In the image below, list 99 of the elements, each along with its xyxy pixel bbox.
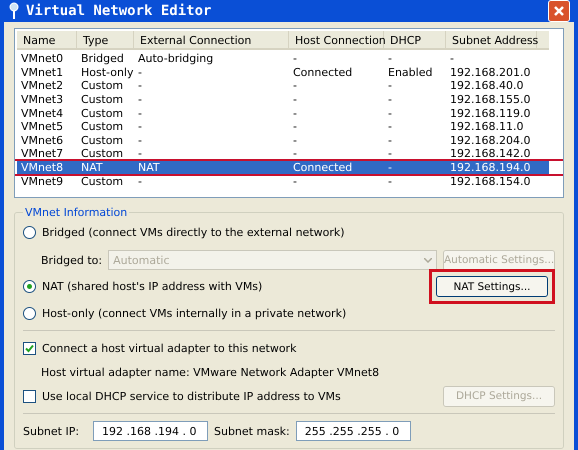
- table-cell-text: -: [292, 147, 298, 160]
- table-cell-text: -: [137, 147, 143, 160]
- table-cell-text: -: [387, 106, 393, 120]
- table-cell-text: -: [387, 134, 393, 147]
- table-cell-text: 192.168.204.0: [449, 134, 532, 147]
- column-header[interactable]: Subnet Address: [446, 31, 537, 50]
- table-row[interactable]: VMnet1 Host-only - Connected Enabled 192.168.201.0: [17, 66, 549, 80]
- column-header[interactable]: Name: [17, 31, 77, 50]
- column-header[interactable]: DHCP: [384, 31, 446, 50]
- table-cell-text: Connected: [292, 161, 354, 174]
- window-title: Virtual Network Editor: [26, 3, 212, 19]
- field-label: Subnet IP:: [23, 424, 80, 438]
- table-row[interactable]: VMnet6 Custom - - - 192.168.204.0: [17, 134, 549, 148]
- table-cell-text: 192.168.11.0: [449, 120, 524, 134]
- radio-button[interactable]: [23, 280, 36, 293]
- table-cell-text: -: [387, 52, 393, 66]
- table-cell-text: 192.168.201.0: [449, 66, 532, 79]
- table-cell-text: -: [387, 147, 393, 160]
- radio-button[interactable]: [23, 226, 36, 238]
- table-cell-text: -: [137, 134, 143, 147]
- table-cell-text: -: [292, 174, 298, 188]
- checkbox[interactable]: [23, 342, 36, 354]
- table-cell-text: 192.168.154.0: [449, 174, 532, 188]
- table-cell-text: -: [137, 106, 143, 120]
- table-cell-text: -: [137, 120, 143, 134]
- radio-label: Bridged (connect VMs directly to the external network): [42, 226, 345, 238]
- table-cell-text: -: [292, 120, 298, 134]
- table-row[interactable]: VMnet3 Custom - - - 192.168.155.0: [17, 92, 549, 106]
- table-cell-text: -: [137, 79, 143, 92]
- table-cell-text: Bridged: [80, 52, 125, 66]
- table-cell-text: Custom: [80, 134, 124, 147]
- table-cell-text: VMnet4: [20, 106, 64, 120]
- table-cell-text: -: [387, 79, 393, 92]
- table-cell-text: Custom: [80, 93, 124, 106]
- group-title: VMnet Information: [24, 206, 128, 219]
- caret-icon: [424, 258, 432, 262]
- table-cell-text: VMnet8: [20, 161, 64, 174]
- table-cell-text: 192.168.119.0: [449, 106, 532, 120]
- table-cell-text: -: [292, 106, 298, 120]
- table-cell-text: Custom: [80, 174, 124, 188]
- settings-button[interactable]: NAT Settings...: [436, 276, 548, 297]
- checkbox-label: Use local DHCP service to distribute IP address to VMs: [42, 390, 341, 402]
- table-cell-text: -: [387, 174, 393, 188]
- table-cell-text: -: [292, 52, 298, 66]
- table-cell-text: -: [137, 93, 143, 106]
- table-cell-text: Custom: [80, 106, 124, 120]
- table-cell-text: Custom: [80, 147, 124, 160]
- check-icon: [25, 344, 34, 352]
- table-row[interactable]: VMnet2 Custom - - - 192.168.40.0: [17, 79, 549, 93]
- table-cell-text: Auto-bridging: [137, 52, 214, 66]
- table-cell-text: VMnet6: [20, 134, 64, 147]
- adapter-name-text: Host virtual adapter name: VMware Network Adapter VMnet8: [41, 366, 380, 378]
- radio-label: NAT (shared host's IP address with VMs): [42, 280, 262, 293]
- table-cell-text: Connected: [292, 66, 354, 79]
- table-cell-text: -: [292, 134, 298, 147]
- table-cell-text: NAT: [80, 161, 104, 174]
- table-cell-text: Custom: [80, 120, 124, 134]
- radio-button[interactable]: [23, 306, 36, 320]
- table-row[interactable]: VMnet4 Custom - - - 192.168.119.0: [17, 106, 549, 120]
- table-cell-text: 192.168.40.0: [449, 79, 524, 92]
- table-cell-text: -: [292, 93, 298, 106]
- column-header[interactable]: Host Connection: [289, 31, 384, 50]
- column-header[interactable]: External Connection: [134, 31, 289, 50]
- table-row[interactable]: VMnet5 Custom - - - 192.168.11.0: [17, 120, 549, 134]
- table-cell-text: Enabled: [387, 66, 434, 79]
- checkbox[interactable]: [23, 390, 36, 402]
- table-cell-text: VMnet1: [20, 66, 64, 79]
- table-row[interactable]: VMnet9 Custom - - - 192.168.154.0: [17, 174, 549, 188]
- table-cell-text: Host-only: [80, 66, 134, 79]
- table-cell-text: 192.168.155.0: [449, 93, 532, 106]
- table-cell-text: -: [292, 79, 298, 92]
- column-header[interactable]: Type: [77, 31, 134, 50]
- table-cell-text: -: [449, 52, 455, 66]
- subnet-ip-field[interactable]: 192 .168 .194 . 0: [93, 421, 208, 441]
- table-cell-text: 192.168.194.0: [449, 161, 532, 174]
- table-cell-text: -: [387, 120, 393, 134]
- radio-label: Host-only (connect VMs internally in a private network): [42, 306, 346, 320]
- field-label: Bridged to:: [41, 254, 102, 266]
- checkbox-label: Connect a host virtual adapter to this network: [42, 342, 296, 354]
- table-cell-text: VMnet0: [20, 52, 64, 66]
- table-cell-text: -: [387, 93, 393, 106]
- table-cell-text: VMnet5: [20, 120, 64, 134]
- table-cell-text: Custom: [80, 79, 124, 92]
- table-cell-text: -: [387, 161, 393, 174]
- table-cell-text: NAT: [137, 161, 161, 174]
- table-cell-text: -: [137, 174, 143, 188]
- table-row[interactable]: VMnet0 Bridged Auto-bridging - - -: [17, 52, 549, 66]
- table-cell-text: VMnet9: [20, 174, 64, 188]
- table-cell-text: VMnet2: [20, 79, 64, 92]
- field-label: Subnet mask:: [214, 424, 290, 438]
- table-cell-text: VMnet3: [20, 93, 64, 106]
- network-icon: [8, 2, 20, 20]
- close-icon: [553, 5, 565, 17]
- close-button[interactable]: [548, 0, 570, 22]
- table-row[interactable]: VMnet7 Custom - - - 192.168.142.0: [17, 147, 549, 161]
- subnet-mask-field[interactable]: 255 .255 .255 . 0: [296, 421, 411, 441]
- table-cell-text: VMnet7: [20, 147, 64, 160]
- table-cell-text: 192.168.142.0: [449, 147, 532, 160]
- table-cell-text: -: [137, 66, 143, 79]
